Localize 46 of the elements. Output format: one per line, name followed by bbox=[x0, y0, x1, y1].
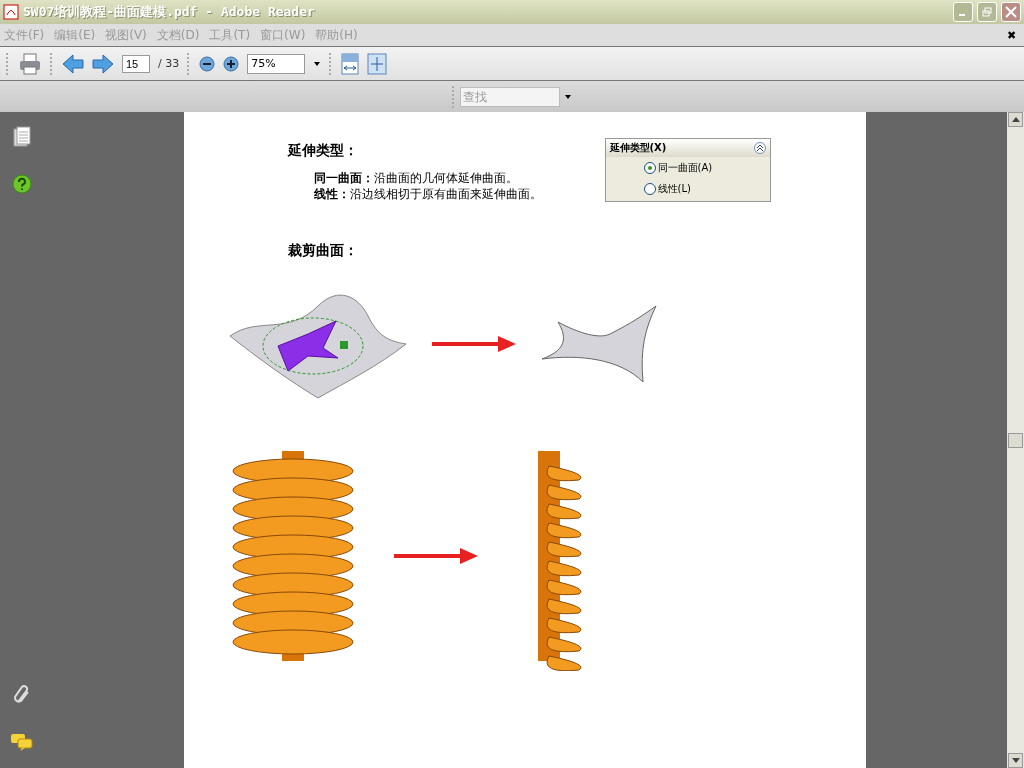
page-number-field[interactable]: 15 bbox=[122, 54, 150, 73]
zoom-out-button[interactable] bbox=[199, 55, 216, 72]
collapse-icon[interactable] bbox=[753, 142, 766, 154]
pdf-icon bbox=[3, 4, 19, 20]
scroll-down-icon[interactable] bbox=[1008, 753, 1023, 768]
comments-icon[interactable] bbox=[10, 732, 34, 752]
full-page-button[interactable] bbox=[367, 52, 388, 75]
radio-option[interactable]: 线性(L) bbox=[605, 178, 770, 199]
scrollbar[interactable] bbox=[1007, 112, 1024, 768]
menu-item[interactable]: 帮助(H) bbox=[315, 26, 358, 44]
scroll-thumb[interactable] bbox=[1008, 432, 1023, 448]
menu-item[interactable]: 工具(T) bbox=[209, 26, 251, 44]
menu-item[interactable]: 文件(F) bbox=[4, 26, 45, 44]
arrow-icon bbox=[393, 548, 478, 564]
menu-item[interactable]: 视图(V) bbox=[105, 26, 147, 44]
radio-option[interactable]: 同一曲面(A) bbox=[605, 157, 770, 178]
print-button[interactable] bbox=[18, 52, 42, 75]
window-title: SW07培训教程-曲面建模.pdf - Adobe Reader bbox=[23, 3, 316, 21]
panel-title: 延伸类型(X) bbox=[609, 141, 667, 155]
next-page-button[interactable] bbox=[92, 53, 114, 74]
scroll-up-icon[interactable] bbox=[1008, 112, 1023, 127]
close-button[interactable] bbox=[1001, 2, 1021, 22]
menu-item[interactable]: 文档(D) bbox=[156, 26, 200, 44]
restore-icon bbox=[982, 7, 992, 17]
section-heading: 延伸类型： bbox=[287, 142, 359, 160]
section-heading: 裁剪曲面： bbox=[287, 242, 359, 260]
page-count: / 33 bbox=[158, 57, 180, 70]
fit-width-button[interactable] bbox=[341, 52, 360, 75]
help-icon[interactable] bbox=[12, 174, 32, 194]
find-field[interactable]: 查找 bbox=[460, 86, 560, 107]
radio-button[interactable] bbox=[643, 182, 656, 195]
pages-icon[interactable] bbox=[13, 126, 31, 148]
menu-item[interactable]: 编辑(E) bbox=[54, 26, 96, 44]
caret-icon[interactable] bbox=[313, 60, 322, 67]
close-document-button[interactable]: ✖ bbox=[1003, 28, 1020, 42]
zoom-field[interactable]: 75% bbox=[247, 53, 306, 74]
close-icon bbox=[1005, 6, 1017, 18]
menu-item[interactable]: 窗口(W) bbox=[260, 26, 306, 44]
radio-button[interactable] bbox=[643, 161, 656, 174]
arrow-icon bbox=[431, 335, 516, 352]
body-text: 线性：沿边线相切于原有曲面来延伸曲面。 bbox=[313, 186, 542, 202]
paperclip-icon[interactable] bbox=[12, 684, 32, 706]
previous-page-button[interactable] bbox=[62, 53, 84, 74]
body-text: 同一曲面：沿曲面的几何体延伸曲面。 bbox=[313, 170, 519, 186]
caret-icon[interactable] bbox=[564, 93, 572, 100]
zoom-in-button[interactable] bbox=[223, 55, 240, 72]
